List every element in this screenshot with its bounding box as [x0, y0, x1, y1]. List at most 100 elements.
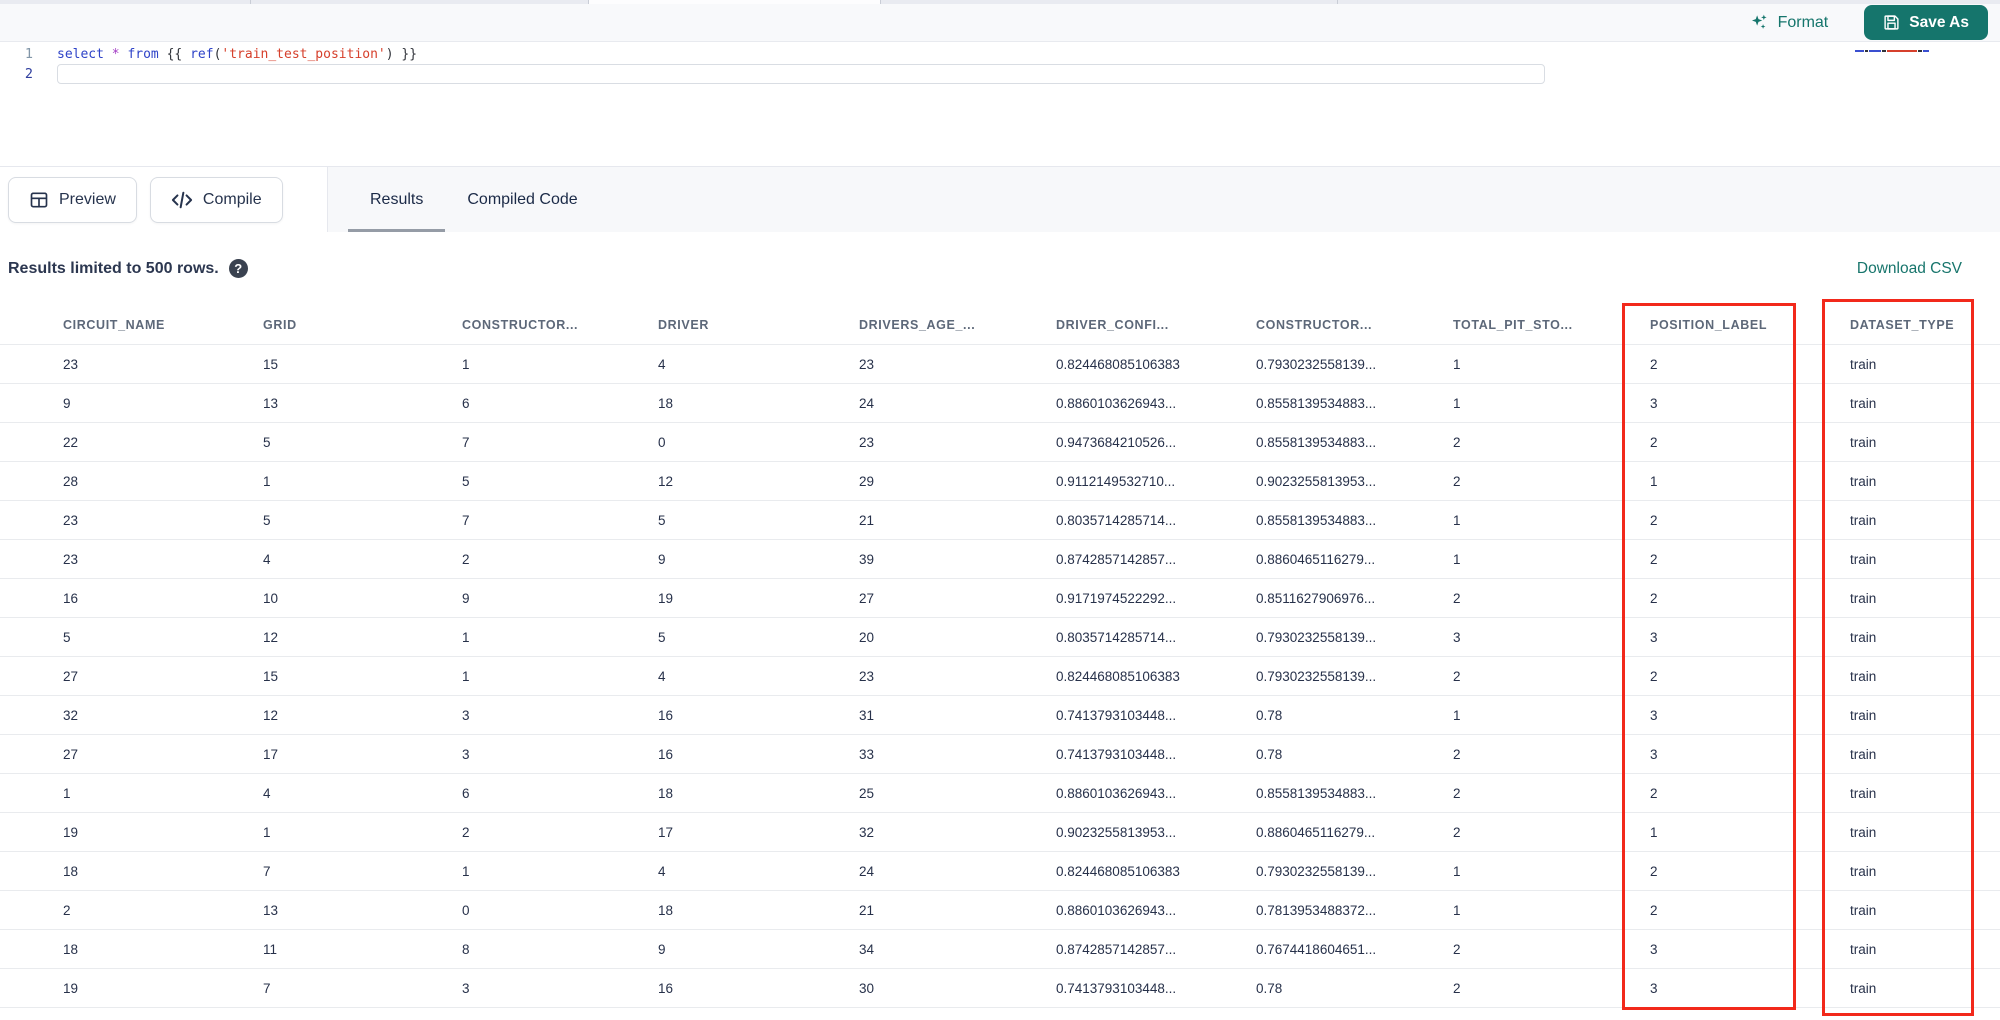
tab-results[interactable]: Results [348, 167, 446, 232]
table-cell: 0.78 [1256, 980, 1283, 996]
editor-line[interactable]: 2 [0, 64, 2000, 84]
table-cell: 24 [859, 863, 875, 879]
table-cell: 17 [263, 746, 279, 762]
table-cell: train [1850, 395, 1877, 411]
table-cell: 16 [658, 746, 674, 762]
table-cell: 21 [859, 902, 875, 918]
column-header: TOTAL_PIT_STO... [1453, 317, 1573, 332]
table-cell: 7 [462, 434, 470, 450]
table-cell: 27 [63, 668, 79, 684]
table-cell: 4 [263, 551, 271, 567]
table-row: 19 7 3 16 30 0.7413793103448... 0.78 2 3 train [0, 969, 2000, 1008]
table-cell: 23 [859, 356, 875, 372]
table-cell: 17 [658, 824, 674, 840]
format-button[interactable]: Format [1750, 13, 1828, 32]
table-cell: 5 [658, 629, 666, 645]
table-row: 32 12 3 16 31 0.7413793103448... 0.78 1 3 train [0, 696, 2000, 735]
table-cell: 2 [1453, 668, 1461, 684]
table-row: 16 10 9 19 27 0.9171974522292... 0.85116279069… [0, 579, 2000, 618]
table-cell: 27 [63, 746, 79, 762]
preview-button[interactable]: Preview [8, 176, 137, 223]
table-cell: train [1850, 551, 1877, 567]
table-cell: 3 [462, 746, 470, 762]
table-cell: 7 [462, 512, 470, 528]
table-cell: 4 [658, 863, 666, 879]
table-cell: 0.8558139534883... [1256, 434, 1377, 450]
table-cell: 28 [63, 473, 79, 489]
table-cell: 0.8860103626943... [1056, 902, 1177, 918]
table-cell: 13 [263, 902, 279, 918]
table-cell: 15 [263, 356, 279, 372]
table-cell: 3 [1650, 980, 1658, 996]
table-cell: 1 [462, 863, 470, 879]
table-cell: 16 [63, 590, 79, 606]
table-row: 18 11 8 9 34 0.8742857142857... 0.767441860465… [0, 930, 2000, 969]
table-cell: 2 [462, 551, 470, 567]
table-row: 22 5 7 0 23 0.9473684210526... 0.8558139534883… [0, 423, 2000, 462]
table-cell: 0.7413793103448... [1056, 707, 1177, 723]
table-cell: 16 [658, 707, 674, 723]
editor-line[interactable]: 1 select * from {{ ref('train_test_positi… [0, 44, 2000, 64]
table-cell: 32 [859, 824, 875, 840]
table-cell: 2 [1650, 785, 1658, 801]
table-row: 27 15 1 4 23 0.824468085106383 0.7930232558139… [0, 657, 2000, 696]
table-cell: 1 [1650, 473, 1658, 489]
table-cell: 3 [1650, 629, 1658, 645]
line-number: 2 [24, 66, 33, 82]
table-cell: 19 [658, 590, 674, 606]
table-cell: 2 [1650, 668, 1658, 684]
table-cell: 29 [859, 473, 875, 489]
table-cell: 2 [1453, 746, 1461, 762]
results-table: CIRCUIT_NAME GRID CONSTRUCTOR... DRIVER DRIV… [0, 305, 2000, 1008]
table-cell: 18 [63, 863, 79, 879]
table-cell: 3 [1453, 629, 1461, 645]
table-cell: 0.824468085106383 [1056, 668, 1180, 684]
table-cell: 1 [1453, 512, 1461, 528]
table-row: 1 4 6 18 25 0.8860103626943... 0.8558139534883… [0, 774, 2000, 813]
table-cell: 4 [263, 785, 271, 801]
table-cell: 3 [462, 980, 470, 996]
table-cell: 0.8558139534883... [1256, 395, 1377, 411]
tab-compiled-code[interactable]: Compiled Code [467, 167, 577, 232]
table-cell: 23 [859, 668, 875, 684]
table-cell: 9 [63, 395, 71, 411]
table-cell: train [1850, 356, 1877, 372]
table-row: 23 4 2 9 39 0.8742857142857... 0.8860465116279… [0, 540, 2000, 579]
table-cell: train [1850, 824, 1877, 840]
code-line-content [57, 64, 1545, 84]
table-row: 28 1 5 12 29 0.9112149532710... 0.902325581395… [0, 462, 2000, 501]
table-cell: 4 [658, 668, 666, 684]
table-cell: 12 [263, 707, 279, 723]
table-cell: 30 [859, 980, 875, 996]
compile-button[interactable]: Compile [149, 176, 283, 223]
table-cell: train [1850, 746, 1877, 762]
table-cell: train [1850, 863, 1877, 879]
table-cell: 1 [1453, 902, 1461, 918]
table-cell: 2 [1453, 941, 1461, 957]
table-cell: train [1850, 941, 1877, 957]
table-cell: 0.9112149532710... [1056, 473, 1176, 489]
floppy-disk-icon [1883, 14, 1900, 31]
column-header: DATASET_TYPE [1850, 317, 1955, 332]
table-cell: 1 [1453, 707, 1461, 723]
table-cell: 0.8860465116279... [1256, 824, 1376, 840]
table-header-row: CIRCUIT_NAME GRID CONSTRUCTOR... DRIVER DRIV… [0, 305, 2000, 345]
code-editor[interactable]: 1 select * from {{ ref('train_test_positi… [0, 42, 2000, 167]
table-cell: 2 [1650, 590, 1658, 606]
table-cell: 9 [462, 590, 470, 606]
table-cell: 12 [263, 629, 279, 645]
table-cell: 5 [658, 512, 666, 528]
table-cell: 1 [1453, 551, 1461, 567]
table-cell: 25 [859, 785, 875, 801]
table-cell: 2 [63, 902, 71, 918]
table-cell: 1 [462, 668, 470, 684]
compile-label: Compile [202, 190, 262, 208]
table-cell: 23 [63, 356, 79, 372]
results-panel-header: Preview Compile Results Compiled Code [0, 167, 2000, 232]
table-cell: 2 [1453, 785, 1461, 801]
save-as-button[interactable]: Save As [1864, 5, 1988, 40]
download-csv-link[interactable]: Download CSV [1857, 260, 1962, 278]
table-cell: 2 [1453, 473, 1461, 489]
table-cell: 0.7930232558139... [1256, 668, 1377, 684]
help-icon[interactable]: ? [228, 259, 248, 278]
